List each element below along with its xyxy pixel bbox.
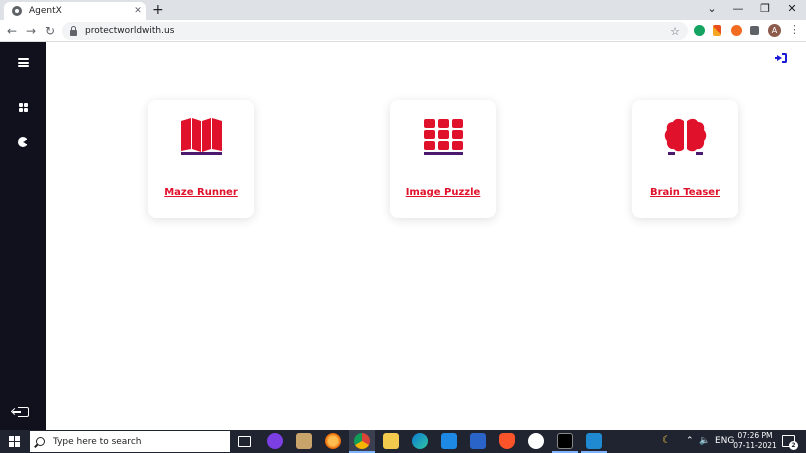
puzzle-grid-icon	[424, 119, 463, 155]
image-puzzle-link[interactable]: Image Puzzle	[390, 187, 496, 198]
tab-search-button[interactable]: ⌄	[702, 2, 722, 16]
dashboard-grid-icon	[18, 103, 28, 112]
puzzle-extensions-icon[interactable]	[750, 26, 759, 35]
tab-title: AgentX	[29, 6, 62, 16]
clock-date: 07-11-2021	[733, 441, 777, 450]
browser-tab-strip: AgentX ✕ + ⌄ — ❐ ✕	[0, 0, 806, 20]
back-arrow-icon[interactable]: ←	[5, 23, 19, 39]
card-brain-teaser[interactable]: Brain Teaser	[632, 100, 738, 218]
grammarly-extension-icon[interactable]	[694, 25, 705, 36]
new-tab-button[interactable]: +	[152, 2, 164, 18]
tab-close-button[interactable]: ✕	[130, 6, 146, 16]
pen-extension-icon[interactable]	[713, 25, 721, 36]
card-maze-runner[interactable]: Maze Runner	[148, 100, 254, 218]
address-bar[interactable]: protectworldwith.us ☆	[62, 22, 688, 40]
reload-icon[interactable]: ↻	[43, 23, 57, 39]
taskbar-search-placeholder: Type here to search	[53, 436, 142, 447]
file-explorer-icon[interactable]	[383, 433, 399, 449]
powershell-icon[interactable]	[470, 433, 486, 449]
main-content: Maze Runner Image Puzzle Brain Teaser	[46, 42, 806, 430]
sidebar-item-games[interactable]	[0, 137, 46, 147]
sidebar-item-logout[interactable]	[0, 407, 46, 417]
lock-icon[interactable]	[70, 25, 77, 36]
tor-browser-icon[interactable]	[267, 433, 283, 449]
maze-runner-link[interactable]: Maze Runner	[148, 187, 254, 198]
pacman-icon	[18, 137, 28, 147]
speaker-icon[interactable]: 🔈	[699, 434, 710, 448]
browser-toolbar: ← → ↻ protectworldwith.us ☆ A ⋮	[0, 20, 806, 42]
mail-icon[interactable]	[441, 433, 457, 449]
forward-arrow-icon[interactable]: →	[24, 23, 38, 39]
brain-icon	[664, 118, 707, 155]
sidebar-item-menu[interactable]	[0, 58, 46, 67]
notification-center-icon[interactable]: 2	[782, 435, 798, 450]
clock-time: 07:26 PM	[737, 431, 773, 440]
sidebar-item-dashboard[interactable]	[0, 103, 46, 112]
orange-extension-icon[interactable]	[731, 25, 742, 36]
restore-button[interactable]: ❐	[755, 2, 775, 16]
github-desktop-icon[interactable]	[528, 433, 544, 449]
minimize-button[interactable]: —	[728, 2, 748, 16]
weather-moon-icon[interactable]: ☾	[662, 434, 671, 448]
terminal-icon[interactable]	[557, 433, 573, 449]
hamburger-menu-icon	[17, 58, 29, 67]
taskbar-search-box[interactable]: Type here to search	[30, 431, 230, 452]
search-icon	[36, 437, 45, 446]
brave-icon[interactable]	[499, 433, 515, 449]
url-text: protectworldwith.us	[85, 26, 175, 36]
card-image-puzzle[interactable]: Image Puzzle	[390, 100, 496, 218]
edge-icon[interactable]	[412, 433, 428, 449]
show-hidden-icons-chevron-icon[interactable]: ⌃	[686, 434, 694, 448]
sidebar	[0, 42, 46, 430]
logout-icon	[12, 407, 29, 417]
windows-taskbar: Type here to search ☾ ⌃ 🔈 ENG 07:26 PM 0…	[0, 430, 806, 453]
browser-menu-icon[interactable]: ⋮	[789, 23, 800, 36]
taskbar-clock[interactable]: 07:26 PM 07-11-2021	[730, 431, 780, 451]
book-map-icon	[181, 118, 222, 155]
close-window-button[interactable]: ✕	[782, 2, 802, 16]
notification-count-badge: 2	[789, 441, 798, 450]
firefox-icon[interactable]	[325, 433, 341, 449]
exit-door-icon[interactable]	[775, 53, 787, 63]
windows-start-icon[interactable]	[9, 436, 20, 447]
bookmark-star-icon[interactable]: ☆	[670, 25, 680, 38]
profile-avatar[interactable]: A	[768, 24, 781, 37]
chrome-icon[interactable]	[354, 433, 370, 449]
globe-icon	[12, 6, 22, 16]
browser-tab[interactable]: AgentX ✕	[4, 2, 146, 20]
vscode-icon[interactable]	[586, 433, 602, 449]
microsoft-store-icon[interactable]	[296, 433, 312, 449]
task-view-icon[interactable]	[238, 436, 251, 447]
brain-teaser-link[interactable]: Brain Teaser	[632, 187, 738, 198]
